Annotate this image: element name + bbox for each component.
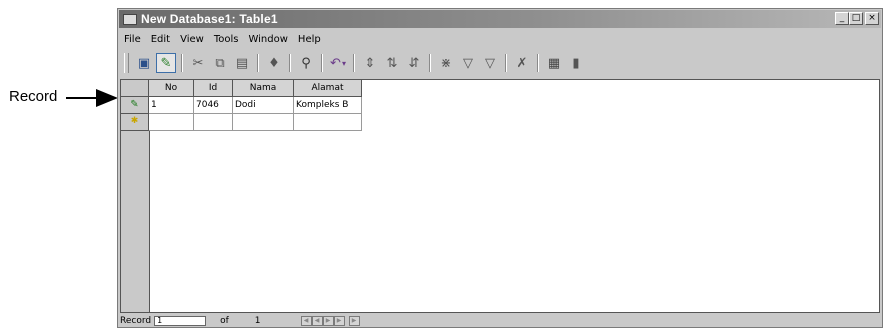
column-header-alamat[interactable]: Alamat xyxy=(294,80,362,97)
record-total-count: 1 xyxy=(254,316,261,326)
first-record-icon[interactable]: ◀ xyxy=(300,316,312,326)
table-icon xyxy=(123,13,137,25)
new-cell-id[interactable] xyxy=(194,114,233,131)
toolbar-separator xyxy=(429,54,431,72)
title-bar[interactable]: New Database1: Table1 _ □ × xyxy=(119,10,881,28)
toolbar-separator xyxy=(505,54,507,72)
toolbar-separator xyxy=(181,54,183,72)
sort-descending-icon[interactable]: ⇵ xyxy=(404,53,424,73)
save-icon[interactable]: ▣ xyxy=(134,53,154,73)
menu-tools[interactable]: Tools xyxy=(214,34,239,45)
sort-ascending-icon[interactable]: ⇅ xyxy=(382,53,402,73)
toolbar-separator xyxy=(289,54,291,72)
menu-window[interactable]: Window xyxy=(248,34,287,45)
toolbar-overflow-icon[interactable]: ▮ xyxy=(566,53,586,73)
table-row: ✎ 1 7046 Dodi Kompleks B xyxy=(121,97,362,114)
new-record-nav-icon[interactable]: ▶ xyxy=(348,316,360,326)
window-title: New Database1: Table1 xyxy=(141,12,278,26)
menu-edit[interactable]: Edit xyxy=(151,34,170,45)
record-number-input[interactable]: 1 xyxy=(154,316,207,326)
find-icon[interactable]: ⚲ xyxy=(296,53,316,73)
format-painter-icon[interactable]: ♦ xyxy=(264,53,284,73)
last-record-icon[interactable]: ▶ xyxy=(333,316,345,326)
cell-no[interactable]: 1 xyxy=(149,97,194,114)
horizontal-scrollbar[interactable] xyxy=(480,315,880,327)
menu-view[interactable]: View xyxy=(180,34,204,45)
paste-icon[interactable]: ▤ xyxy=(232,53,252,73)
toolbar: ▣ ✎ ✂ ⧉ ▤ ♦ ⚲ ↶ ▾ ⇕ ⇅ ⇵ ⋇ ▽ ▽ ✗ ▦ ▮ xyxy=(120,50,880,76)
datasheet: No Id Nama Alamat ✎ 1 7046 Dodi Kompleks… xyxy=(120,79,880,313)
callout-arrow-line xyxy=(66,97,98,99)
record-nav-label: Record xyxy=(120,316,152,326)
cell-nama[interactable]: Dodi xyxy=(233,97,294,114)
edit-record-icon[interactable]: ✎ xyxy=(156,53,176,73)
cell-id[interactable]: 7046 xyxy=(194,97,233,114)
toolbar-separator xyxy=(321,54,323,72)
new-record-star-icon[interactable]: ✱ xyxy=(121,114,149,131)
insert-column-icon[interactable]: ⇕ xyxy=(360,53,380,73)
cell-alamat[interactable]: Kompleks B xyxy=(294,97,362,114)
access-window: New Database1: Table1 _ □ × File Edit Vi… xyxy=(117,8,883,328)
delete-record-icon[interactable]: ✗ xyxy=(512,53,532,73)
select-all-corner[interactable] xyxy=(121,80,149,97)
apply-filter-icon[interactable]: ▽ xyxy=(480,53,500,73)
record-of-label: of xyxy=(220,316,229,326)
minimize-button[interactable]: _ xyxy=(835,12,849,25)
record-navigation-bar: Record 1 of 1 ◀ ◀ ▶ ▶ ▶ xyxy=(120,315,480,327)
undo-icon[interactable]: ↶ ▾ xyxy=(328,53,348,73)
previous-record-icon[interactable]: ◀ xyxy=(311,316,323,326)
new-cell-nama[interactable] xyxy=(233,114,294,131)
copy-icon[interactable]: ⧉ xyxy=(210,53,230,73)
filter-by-form-icon[interactable]: ▽ xyxy=(458,53,478,73)
database-window-icon[interactable]: ▦ xyxy=(544,53,564,73)
record-callout-label: Record xyxy=(9,88,58,105)
toolbar-separator xyxy=(353,54,355,72)
new-record-row: ✱ xyxy=(121,114,362,131)
pencil-icon[interactable]: ✎ xyxy=(121,97,149,114)
new-cell-no[interactable] xyxy=(149,114,194,131)
close-button[interactable]: × xyxy=(865,12,879,25)
column-header-row: No Id Nama Alamat xyxy=(121,80,362,97)
next-record-icon[interactable]: ▶ xyxy=(322,316,334,326)
menu-help[interactable]: Help xyxy=(298,34,321,45)
column-header-id[interactable]: Id xyxy=(194,80,233,97)
toolbar-separator xyxy=(257,54,259,72)
window-controls: _ □ × xyxy=(835,12,879,25)
column-header-nama[interactable]: Nama xyxy=(233,80,294,97)
maximize-button[interactable]: □ xyxy=(849,12,863,25)
menu-bar: File Edit View Tools Window Help xyxy=(120,30,327,48)
column-header-no[interactable]: No xyxy=(149,80,194,97)
toolbar-separator xyxy=(537,54,539,72)
callout-arrow-icon xyxy=(96,89,118,107)
cut-icon[interactable]: ✂ xyxy=(188,53,208,73)
menu-file[interactable]: File xyxy=(124,34,141,45)
toolbar-grip[interactable] xyxy=(124,53,129,73)
filter-by-selection-icon[interactable]: ⋇ xyxy=(436,53,456,73)
new-cell-alamat[interactable] xyxy=(294,114,362,131)
